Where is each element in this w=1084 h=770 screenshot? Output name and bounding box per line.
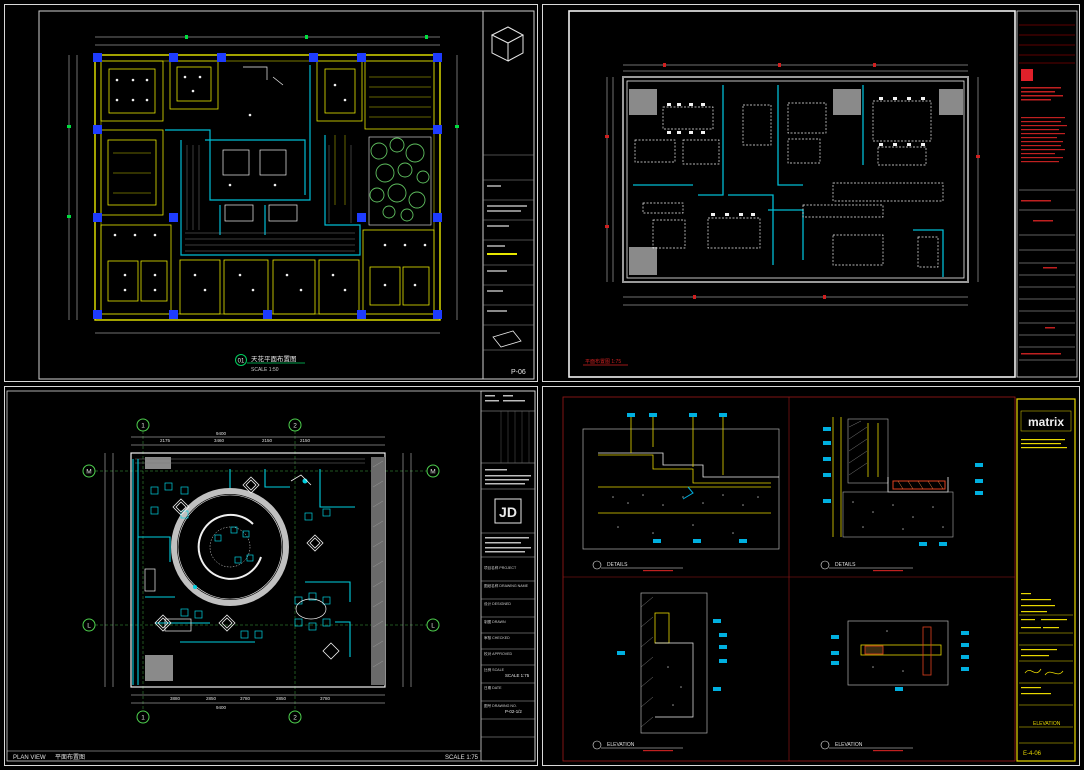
svg-text:2: 2	[293, 715, 297, 722]
svg-text:制图 DRAWN: 制图 DRAWN	[484, 619, 506, 624]
svg-text:图号 DRAWING NO.: 图号 DRAWING NO.	[484, 703, 517, 708]
svg-text:项目名称 PROJECT: 项目名称 PROJECT	[484, 565, 517, 570]
structural-columns	[629, 89, 963, 275]
svg-text:2: 2	[293, 423, 297, 430]
panel-plan-view[interactable]: PLAN VIEW 平面布置图 SCALE 1:75 JD 项目名称 PROJE…	[4, 386, 538, 766]
panel-ceiling-plan[interactable]: P-06 01 天花平面布置图 SCALE 1:50	[4, 4, 538, 382]
plan-name: 平面布置图	[55, 753, 85, 761]
svg-text:2150: 2150	[262, 438, 273, 443]
svg-text:比例 SCALE: 比例 SCALE	[484, 667, 505, 672]
svg-text:9400: 9400	[216, 431, 227, 436]
plan-title: 平面布置图 1:75	[585, 358, 621, 365]
planter-pattern	[369, 137, 430, 222]
svg-text:3460: 3460	[214, 438, 225, 443]
plan-title: 天花平面布置图	[251, 354, 297, 363]
svg-text:1: 1	[141, 423, 145, 430]
jd-logo: JD	[494, 498, 522, 524]
ceiling-plan-drawing: P-06 01 天花平面布置图 SCALE 1:50	[38, 10, 535, 380]
svg-text:1: 1	[141, 715, 145, 722]
firm-logo-icon	[1021, 69, 1033, 81]
firm-logo-icon	[490, 26, 525, 62]
svg-text:ELEVATION: ELEVATION	[835, 742, 863, 748]
svg-text:3780: 3780	[240, 696, 251, 701]
svg-text:M: M	[430, 469, 435, 476]
signature-icon	[1024, 668, 1042, 674]
svg-text:M: M	[86, 469, 91, 476]
svg-text:DETAILS: DETAILS	[835, 562, 856, 568]
svg-text:审核 CHECKED: 审核 CHECKED	[484, 635, 510, 640]
details-drawing: DETAILS DETAILS ELEVATION ELEVATION matr…	[562, 396, 1076, 762]
svg-text:L: L	[431, 623, 435, 630]
svg-text:9400: 9400	[216, 705, 227, 710]
sheet-number: E-4-06	[1023, 751, 1042, 757]
panel-furniture-plan[interactable]: 平面布置图 1:75	[542, 4, 1080, 382]
title-block-drawing-no: P-02-1/2	[505, 709, 522, 714]
furniture-plan-drawing: 平面布置图 1:75	[568, 10, 1078, 378]
svg-text:2850: 2850	[276, 696, 287, 701]
sheet-number: P-06	[511, 369, 526, 376]
svg-text:ELEVATION: ELEVATION	[607, 742, 635, 748]
svg-text:DETAILS: DETAILS	[607, 562, 628, 568]
plan-view-label: PLAN VIEW	[13, 755, 46, 761]
structural-columns	[93, 53, 442, 319]
matrix-logo: matrix	[1028, 415, 1064, 429]
svg-text:校对 APPROVED: 校对 APPROVED	[484, 651, 513, 656]
svg-text:01: 01	[238, 359, 245, 365]
svg-text:2175: 2175	[160, 438, 171, 443]
svg-text:2850: 2850	[206, 696, 217, 701]
svg-text:2150: 2150	[300, 438, 311, 443]
plan-scale: SCALE 1:50	[251, 367, 279, 373]
svg-text:JD: JD	[499, 504, 517, 520]
svg-text:日期 DATE: 日期 DATE	[484, 685, 502, 690]
plan-view-drawing: PLAN VIEW 平面布置图 SCALE 1:75 JD 项目名称 PROJE…	[6, 390, 536, 762]
svg-text:L: L	[87, 623, 91, 630]
svg-text:设计 DESIGNED: 设计 DESIGNED	[484, 601, 511, 606]
scale-label: SCALE 1:75	[445, 755, 479, 761]
svg-text:3780: 3780	[320, 696, 331, 701]
dimension-labels: 2175 3460 2150 2150 9400 3880 2850 3780 2850…	[160, 431, 331, 710]
svg-text:3880: 3880	[170, 696, 181, 701]
title-block-rows: 项目名称 PROJECT 图纸名称 DRAWING NAME 设计 DESIGN…	[481, 565, 535, 738]
panel-details-elevations[interactable]: DETAILS DETAILS ELEVATION ELEVATION matr…	[542, 386, 1080, 766]
elevation-label: ELEVATION	[1033, 721, 1061, 727]
svg-text:图纸名称 DRAWING NAME: 图纸名称 DRAWING NAME	[484, 583, 529, 588]
title-block-scale: SCALE 1:75	[505, 673, 530, 678]
grid-bubbles	[82, 418, 440, 724]
